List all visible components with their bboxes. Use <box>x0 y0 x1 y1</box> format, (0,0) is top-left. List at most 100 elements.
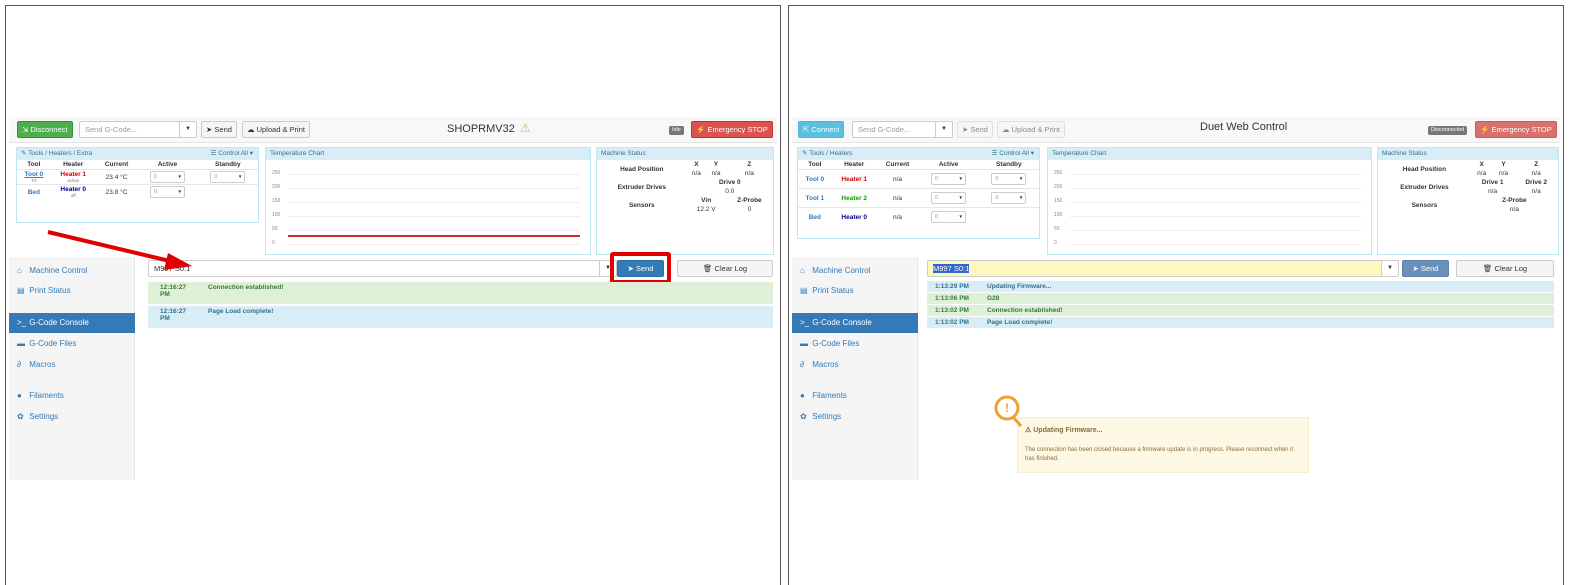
sidebar-item-machine-control[interactable]: ⌂ Machine Control <box>792 261 918 281</box>
temperature-chart-panel: Temperature Chart 250 200 150 100 50 0 <box>265 147 591 255</box>
warning-icon: ⚠ <box>519 121 531 135</box>
send-icon: ➤ <box>206 125 213 134</box>
svg-text:!: ! <box>1005 401 1009 415</box>
heater-link[interactable]: Heater 1 <box>60 171 86 178</box>
sidebar-item-print-status[interactable]: ▤ Print Status <box>9 281 135 301</box>
send-button[interactable]: ➤ Send <box>957 121 993 138</box>
sidebar-item-settings[interactable]: ✿ Settings <box>9 407 135 427</box>
gcode-history-dropdown[interactable]: ▼ <box>935 121 953 138</box>
notification-title: ⚠ Updating Firmware... <box>1025 427 1103 434</box>
active-temp-select[interactable]: 0 <box>930 173 966 185</box>
clear-log-button[interactable]: 🗑 Clear Log <box>677 260 773 277</box>
hdd-icon: ▬ <box>17 339 25 348</box>
table-row: Tool 0T0 Heater 1active 23.4 °C 0 0 <box>17 169 258 185</box>
table-row: Bed Heater 0 off 23.8 °C 0 <box>17 184 258 199</box>
standby-temp-select[interactable]: 0 <box>210 171 246 183</box>
app-disconnected: ⇱ Connect Send G-Code... ▼ ➤ Send ☁ Uplo… <box>792 117 1560 585</box>
heater-link[interactable]: Heater 2 <box>841 195 867 202</box>
sidebar-item-settings[interactable]: ✿ Settings <box>792 407 918 427</box>
bed-link[interactable]: Bed <box>28 189 40 196</box>
standby-temp-select[interactable]: 0 <box>991 192 1027 204</box>
top-navbar: ⇲ Disconnect Send G-Code... ▼ ➤ Send ☁ U… <box>9 117 777 143</box>
sidebar-item-gcode-files[interactable]: ▬ G-Code Files <box>792 334 918 354</box>
tool-link[interactable]: Tool 1 <box>806 195 825 202</box>
bed-link[interactable]: Bed <box>809 214 821 221</box>
tool-link[interactable]: Tool 0 <box>25 171 44 178</box>
sidebar-item-macros[interactable]: ∂ Macros <box>9 355 135 375</box>
emergency-stop-button[interactable]: ⚡ Emergency STOP <box>1475 121 1557 138</box>
terminal-icon: >_ <box>17 318 27 327</box>
app-connected: ⇲ Disconnect Send G-Code... ▼ ➤ Send ☁ U… <box>9 117 777 585</box>
log-entry: 12:16:27 PM Connection established! <box>148 282 773 304</box>
console-send-button[interactable]: ➤ Send <box>1402 260 1449 277</box>
send-button[interactable]: ➤ Send <box>201 121 237 138</box>
sidebar-item-print-status[interactable]: ▤ Print Status <box>792 281 918 301</box>
emergency-stop-button[interactable]: ⚡ Emergency STOP <box>691 121 773 138</box>
gcode-input[interactable]: Send G-Code... <box>852 121 938 138</box>
caret-down-icon: ▼ <box>1387 265 1393 271</box>
paperclip-icon: ∂ <box>800 360 804 369</box>
console-input[interactable]: M997 S0:1 <box>927 260 1389 277</box>
control-all-dropdown[interactable]: ☰ Control All ▾ <box>211 148 253 160</box>
trash-icon: 🗑 <box>1482 264 1493 273</box>
print-icon: ▤ <box>17 286 25 295</box>
warning-icon: ⚠ <box>1025 427 1032 434</box>
app-title: Duet Web Control <box>1200 121 1288 133</box>
active-temp-select[interactable]: 0 <box>149 186 185 198</box>
console-send-button[interactable]: ➤ Send <box>617 260 664 277</box>
active-temp-select[interactable]: 0 <box>930 211 966 224</box>
sidebar-item-gcode-console[interactable]: >_ G-Code Console <box>9 313 135 333</box>
home-icon: ⌂ <box>17 266 22 275</box>
wrench-icon: ✎ <box>21 150 27 157</box>
bolt-icon: ⚡ <box>1480 125 1490 134</box>
spool-icon: ● <box>17 391 22 400</box>
wrench-icon: ✎ <box>802 150 808 157</box>
screenshot-disconnected: ⇱ Connect Send G-Code... ▼ ➤ Send ☁ Uplo… <box>788 5 1564 585</box>
log-entry: 1:13:29 PM Updating Firmware... <box>927 281 1554 292</box>
print-icon: ▤ <box>800 286 808 295</box>
standby-temp-select[interactable]: 0 <box>991 173 1027 185</box>
bolt-icon: ⚡ <box>696 125 706 134</box>
sidebar-item-filaments[interactable]: ● Filaments <box>792 386 918 406</box>
send-icon: ➤ <box>627 264 634 273</box>
sidebar-item-macros[interactable]: ∂ Macros <box>792 355 918 375</box>
heater-link[interactable]: Heater 0 <box>841 214 867 221</box>
gear-icon: ✿ <box>17 412 24 421</box>
active-temp-select[interactable]: 0 <box>149 171 185 183</box>
disconnect-button[interactable]: ⇲ Disconnect <box>17 121 73 138</box>
upload-print-button[interactable]: ☁ Upload & Print <box>997 121 1065 138</box>
sidebar-item-gcode-files[interactable]: ▬ G-Code Files <box>9 334 135 354</box>
info-callout-icon: ! <box>994 395 1023 427</box>
connect-button[interactable]: ⇱ Connect <box>798 121 845 138</box>
caret-down-icon: ▼ <box>941 126 947 132</box>
caret-down-icon: ▼ <box>185 126 191 132</box>
table-row: Bed Heater 0 n/a 0 <box>798 207 1039 227</box>
clear-log-button[interactable]: 🗑 Clear Log <box>1456 260 1554 277</box>
table-row: Tool 1 Heater 2 n/a 0 0 <box>798 188 1039 208</box>
heater-link[interactable]: Heater 1 <box>841 176 867 183</box>
control-all-dropdown[interactable]: ☰ Control All ▾ <box>992 148 1034 160</box>
disconnect-icon: ⇲ <box>22 125 29 134</box>
upload-print-button[interactable]: ☁ Upload & Print <box>242 121 310 138</box>
gcode-history-dropdown[interactable]: ▼ <box>179 121 197 138</box>
annotation-arrow <box>47 230 192 270</box>
sidebar-menu: ⌂ Machine Control ▤ Print Status >_ G-Co… <box>792 257 918 480</box>
log-entry: 1:13:02 PM Page Load complete! <box>927 317 1554 328</box>
gcode-input[interactable]: Send G-Code... <box>79 121 181 138</box>
console-history-dropdown[interactable]: ▼ <box>1381 260 1399 277</box>
log-entry: 1:13:06 PM G28 <box>927 293 1554 304</box>
spool-icon: ● <box>800 391 805 400</box>
tool-link[interactable]: Tool 0 <box>806 176 825 183</box>
notification-body: The connection has been closed because a… <box>1025 447 1294 462</box>
log-entry: 12:16:27 PM Page Load complete! <box>148 306 773 328</box>
sidebar-item-gcode-console[interactable]: >_ G-Code Console <box>792 313 918 333</box>
active-temp-select[interactable]: 0 <box>930 192 966 204</box>
send-icon: ➤ <box>962 125 969 134</box>
console-input[interactable]: M997 S0:1 <box>148 260 609 277</box>
upload-icon: ☁ <box>1002 125 1010 134</box>
heater-link[interactable]: Heater 0 <box>60 186 86 193</box>
tools-panel: ✎ Tools / Heaters ☰ Control All ▾ Tool Hea… <box>797 147 1040 239</box>
log-entry: 1:13:02 PM Connection established! <box>927 305 1554 316</box>
status-badge: Disconnected <box>1428 126 1468 135</box>
sidebar-item-filaments[interactable]: ● Filaments <box>9 386 135 406</box>
